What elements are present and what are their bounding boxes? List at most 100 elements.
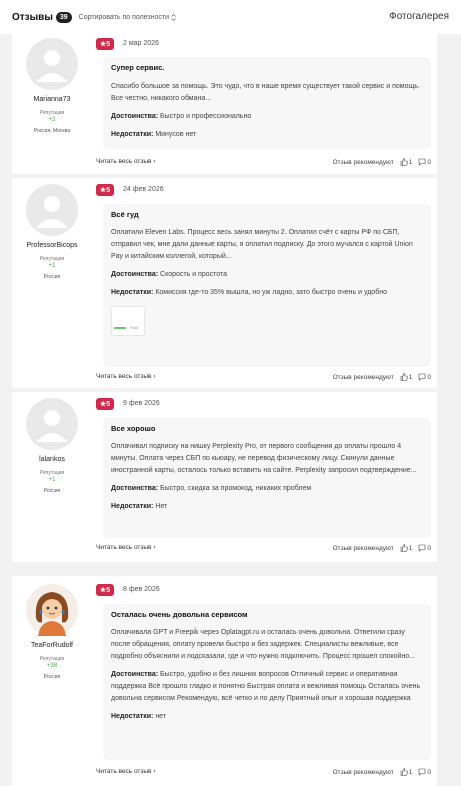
- default-avatar-icon[interactable]: [26, 38, 78, 90]
- review-text: Оплатили Eleven Labs. Процесс весь занял…: [111, 229, 413, 260]
- cons-label: Недостатки:: [111, 131, 154, 138]
- pros-text: Скорость и простота: [160, 271, 228, 278]
- photo-gallery-link[interactable]: Фотогалерея: [389, 11, 449, 22]
- review-date: 8 фев 2026: [123, 586, 160, 593]
- thumbs-up-icon: [400, 373, 408, 381]
- review-title: Супер сервис.: [111, 63, 165, 72]
- pros-label: Достоинства:: [111, 113, 159, 120]
- pros-text: Быстро и профессионально: [160, 113, 252, 120]
- cons-text: нет: [155, 713, 167, 720]
- comments-count: 0: [427, 373, 431, 381]
- review-cons: Недостатки: нет: [111, 711, 423, 723]
- comments-button[interactable]: 0: [418, 373, 431, 381]
- user-avatar-illustration-icon[interactable]: [26, 584, 78, 636]
- review-cons: Недостатки: Комиссия где-то 35% вышла, н…: [111, 287, 423, 299]
- review-content-box[interactable]: Все хорошо Оплачивал подписку на нишку P…: [103, 418, 431, 538]
- cons-text: Нет: [155, 503, 168, 510]
- review-actions: Отзыв рекомендуют 1 0: [333, 158, 431, 166]
- reputation-label: Репутация: [39, 656, 65, 662]
- rating-value: 5: [106, 400, 111, 408]
- review-card: Marianna73 Репутация +2 Россия, Москва ★…: [12, 34, 437, 174]
- review-card: ProfessorBicops Репутация +1 Россия ★ 5 2…: [12, 178, 437, 388]
- cons-text: Комиссия где-то 35% вышла, но уж ладно, …: [155, 289, 387, 296]
- comment-icon: [418, 544, 426, 552]
- comments-button[interactable]: 0: [418, 544, 431, 552]
- review-date: 9 фев 2026: [123, 400, 160, 407]
- rating-badge: ★ 5: [96, 398, 114, 410]
- read-full-review-link[interactable]: Читать весь отзыв ›: [96, 373, 156, 380]
- default-avatar-icon[interactable]: [26, 184, 78, 236]
- comment-icon: [418, 158, 426, 166]
- like-button[interactable]: 1: [400, 373, 412, 381]
- author-name[interactable]: TeaForRudolf: [12, 642, 92, 649]
- pros-label: Достоинства:: [111, 485, 159, 492]
- read-full-label: Читать весь отзыв: [96, 768, 152, 775]
- read-full-review-link[interactable]: Читать весь отзыв ›: [96, 544, 156, 551]
- rating-value: 5: [106, 40, 111, 48]
- recommend-label: Отзыв рекомендуют: [332, 544, 394, 552]
- default-avatar-icon[interactable]: [26, 398, 78, 450]
- sort-label: Сортировать по полезности: [78, 13, 170, 21]
- reputation-value: +2: [48, 117, 56, 123]
- sort-arrows-icon: [171, 13, 176, 21]
- pros-text: Быстро, удобно и без лишних вопросов Отл…: [111, 671, 421, 702]
- likes-count: 1: [408, 768, 413, 776]
- reputation-label: Репутация: [39, 110, 65, 116]
- review-author-block: ProfessorBicops Репутация +1 Россия: [12, 184, 92, 280]
- review-text: Спасибо большое за помощь. Это чудо, что…: [111, 83, 420, 102]
- author-location: Россия: [43, 274, 61, 280]
- read-full-review-link[interactable]: Читать весь отзыв ›: [96, 158, 156, 165]
- like-button[interactable]: 1: [400, 158, 412, 166]
- reviews-count-badge: 39: [55, 11, 72, 23]
- review-actions: Отзыв рекомендуют 1 0: [333, 373, 431, 381]
- reputation-value: +1: [48, 477, 56, 483]
- thumbs-up-icon: [400, 158, 408, 166]
- review-actions: Отзыв рекомендуют 1 0: [333, 544, 431, 552]
- recommend-label: Отзыв рекомендуют: [332, 768, 394, 776]
- sort-dropdown[interactable]: Сортировать по полезности: [78, 13, 176, 21]
- rating-value: 5: [106, 186, 111, 194]
- likes-count: 1: [408, 544, 413, 552]
- rating-badge: ★ 5: [96, 184, 114, 196]
- read-full-review-link[interactable]: Читать весь отзыв ›: [96, 768, 156, 775]
- review-title: Все хорошо: [111, 424, 156, 433]
- author-location: Россия, Москва: [33, 128, 71, 134]
- reviews-page: Отзывы 39 Сортировать по полезности Фото…: [0, 0, 461, 786]
- read-full-label: Читать весь отзыв: [96, 158, 152, 165]
- comment-icon: [418, 768, 426, 776]
- reputation-label: Репутация: [39, 470, 65, 476]
- pros-label: Достоинства:: [111, 671, 159, 678]
- thumbnail-bar: [114, 327, 126, 329]
- review-content-box[interactable]: Осталась очень довольна сервисом Оплачив…: [103, 604, 431, 760]
- comments-button[interactable]: 0: [418, 768, 431, 776]
- review-content-box[interactable]: Всё гуд Оплатили Eleven Labs. Процесс ве…: [103, 204, 431, 367]
- review-card: lalankos Репутация +1 Россия ★ 5 9 фев 20…: [12, 392, 437, 562]
- cons-label: Недостатки:: [111, 713, 154, 720]
- author-name[interactable]: ProfessorBicops: [12, 242, 92, 249]
- review-card: TeaForRudolf Репутация +38 Россия ★ 5 8 ф…: [12, 576, 437, 786]
- review-cons: Недостатки: Нет: [111, 501, 423, 513]
- thumbs-up-icon: [400, 544, 408, 552]
- author-name[interactable]: lalankos: [12, 456, 92, 463]
- reputation-value: +38: [46, 663, 58, 669]
- comment-icon: [418, 373, 426, 381]
- review-author-block: TeaForRudolf Репутация +38 Россия: [12, 584, 92, 680]
- review-date: 24 фев 2026: [123, 186, 164, 193]
- recommend-label: Отзыв рекомендуют: [332, 158, 394, 166]
- review-date: 2 мар 2026: [123, 40, 159, 47]
- like-button[interactable]: 1: [400, 768, 413, 776]
- review-photo-thumbnail[interactable]: Paid: [111, 306, 145, 336]
- review-title: Осталась очень довольна сервисом: [111, 610, 248, 619]
- review-content-box[interactable]: Супер сервис. Спасибо большое за помощь.…: [103, 57, 431, 149]
- comments-button[interactable]: 0: [418, 158, 431, 166]
- pros-label: Достоинства:: [111, 271, 159, 278]
- like-button[interactable]: 1: [400, 544, 413, 552]
- comments-count: 0: [427, 768, 431, 776]
- rating-badge: ★ 5: [96, 38, 114, 50]
- review-author-block: lalankos Репутация +1 Россия: [12, 398, 92, 494]
- divider: [0, 562, 461, 576]
- thumbnail-text: Paid: [130, 325, 139, 330]
- author-name[interactable]: Marianna73: [12, 96, 92, 103]
- comments-count: 0: [427, 158, 431, 166]
- comments-count: 0: [427, 544, 431, 552]
